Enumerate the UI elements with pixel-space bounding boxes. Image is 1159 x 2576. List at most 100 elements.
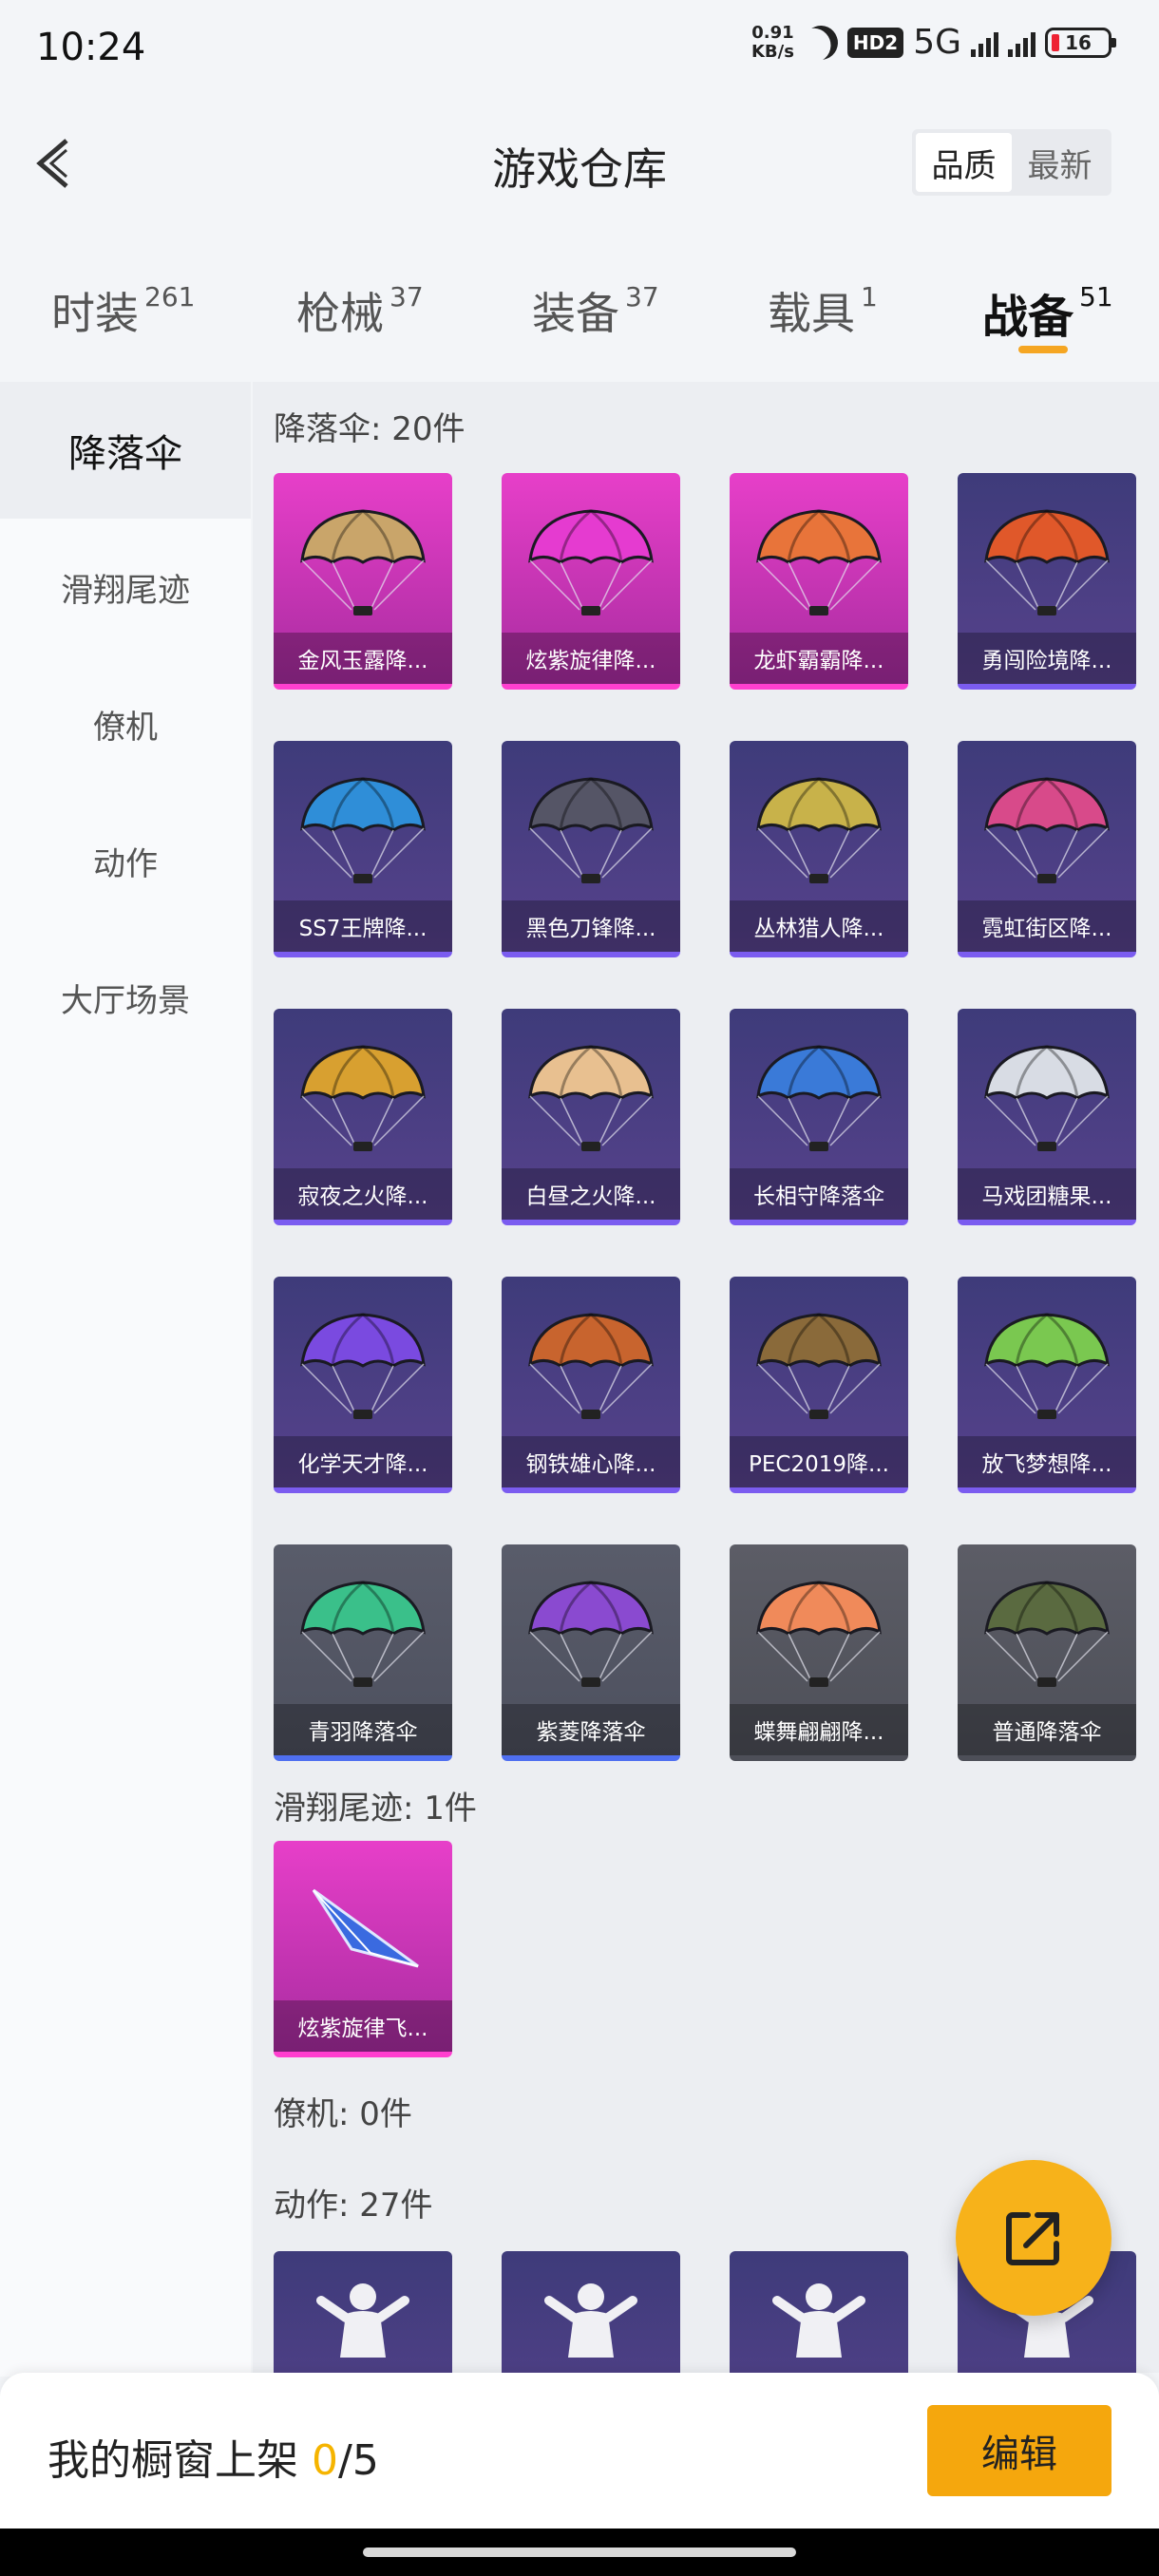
tab-label: 枪械 — [296, 288, 384, 339]
header: 游戏仓库 品质 最新 — [0, 114, 1159, 218]
item-card[interactable]: 炫紫旋律飞... — [274, 1841, 452, 2057]
active-tab-indicator — [1018, 346, 1068, 353]
item-card[interactable]: 化学天才降... — [274, 1277, 452, 1493]
parachute-icon — [528, 1581, 654, 1687]
item-card[interactable] — [274, 2251, 452, 2373]
item-card[interactable]: 放飞梦想降... — [958, 1277, 1136, 1493]
item-name: 勇闯险境降... — [958, 633, 1136, 684]
tab-count: 37 — [390, 281, 424, 313]
item-card[interactable]: PEC2019降... — [730, 1277, 908, 1493]
tab-count: 1 — [861, 281, 878, 313]
sort-quality-button[interactable]: 品质 — [916, 133, 1012, 192]
showcase-bar: 我的橱窗上架 0/5 编辑 — [0, 2373, 1159, 2529]
item-card[interactable]: 紫菱降落伞 — [502, 1544, 680, 1761]
tab-battle-gear[interactable]: 战备 51 — [982, 279, 1113, 346]
item-name: 紫菱降落伞 — [502, 1704, 680, 1755]
item-art — [750, 1297, 887, 1434]
item-card[interactable]: 龙虾霸霸降... — [730, 473, 908, 690]
item-art — [978, 1565, 1115, 1702]
tab-count: 51 — [1079, 281, 1113, 313]
item-card[interactable]: 普通降落伞 — [958, 1544, 1136, 1761]
tab-label: 战备 — [982, 291, 1074, 344]
item-card[interactable]: 马戏团糖果... — [958, 1009, 1136, 1225]
parachute-icon — [528, 1313, 654, 1419]
sidebar-item-wingman[interactable]: 僚机 — [0, 655, 251, 792]
navigation-bar — [0, 2529, 1159, 2576]
item-name: 炫紫旋律降... — [502, 633, 680, 684]
emote-figure-icon — [772, 2283, 865, 2358]
item-card[interactable] — [502, 2251, 680, 2373]
item-card[interactable] — [730, 2251, 908, 2373]
item-card[interactable]: 钢铁雄心降... — [502, 1277, 680, 1493]
sidebar: 降落伞 滑翔尾迹 僚机 动作 大厅场景 — [0, 382, 251, 2377]
tab-label: 装备 — [532, 288, 619, 339]
item-card[interactable]: 寂夜之火降... — [274, 1009, 452, 1225]
parachute-icon — [300, 1313, 426, 1419]
section-title-parachute: 降落伞: 20件 — [274, 410, 466, 448]
share-button[interactable] — [956, 2160, 1112, 2316]
item-card[interactable]: 金风玉露降... — [274, 473, 452, 690]
share-export-icon — [1006, 2212, 1059, 2265]
parachute-icon — [300, 1045, 426, 1151]
item-art — [978, 1297, 1115, 1434]
item-art — [978, 762, 1115, 899]
item-art — [750, 1565, 887, 1702]
item-name: 丛林猎人降... — [730, 900, 908, 952]
item-content: 降落伞: 20件 金风玉露降... 炫紫旋律降... 龙虾霸霸降... 勇闯险境降..… — [253, 382, 1159, 2373]
emote-figure-icon — [316, 2283, 409, 2358]
item-name: 白昼之火降... — [502, 1168, 680, 1220]
item-art — [750, 2272, 887, 2373]
tab-vehicles[interactable]: 载具 1 — [768, 279, 878, 342]
tab-fashion[interactable]: 时装 261 — [51, 279, 195, 342]
sort-latest-button[interactable]: 最新 — [1012, 133, 1108, 192]
item-card[interactable]: 蝶舞翩翩降... — [730, 1544, 908, 1761]
parachute-icon — [300, 1581, 426, 1687]
parachute-icon — [756, 509, 882, 616]
showcase-total: /5 — [338, 2436, 379, 2485]
sidebar-item-lobby-scene[interactable]: 大厅场景 — [0, 929, 251, 1066]
parachute-icon — [984, 509, 1110, 616]
item-art — [522, 1565, 659, 1702]
item-name: 龙虾霸霸降... — [730, 633, 908, 684]
item-card[interactable]: 长相守降落伞 — [730, 1009, 908, 1225]
item-name: 金风玉露降... — [274, 633, 452, 684]
sidebar-item-emote[interactable]: 动作 — [0, 792, 251, 929]
tab-count: 261 — [144, 281, 196, 313]
parachute-icon — [984, 1045, 1110, 1151]
item-card[interactable]: 青羽降落伞 — [274, 1544, 452, 1761]
item-card[interactable]: 霓虹街区降... — [958, 741, 1136, 957]
item-card[interactable]: 黑色刀锋降... — [502, 741, 680, 957]
battery-icon: 16 — [1045, 27, 1116, 58]
section-title-trail: 滑翔尾迹: 1件 — [274, 1790, 477, 1828]
parachute-icon — [984, 1313, 1110, 1419]
item-art — [522, 1297, 659, 1434]
item-card[interactable]: 勇闯险境降... — [958, 473, 1136, 690]
item-name: 青羽降落伞 — [274, 1704, 452, 1755]
tab-guns[interactable]: 枪械 37 — [296, 279, 424, 342]
home-indicator[interactable] — [363, 2548, 796, 2557]
item-art — [294, 1565, 431, 1702]
sidebar-item-trail[interactable]: 滑翔尾迹 — [0, 519, 251, 655]
item-art — [978, 1030, 1115, 1166]
network-speed-unit: KB/s — [750, 41, 794, 62]
sidebar-item-parachute[interactable]: 降落伞 — [0, 382, 251, 519]
item-card[interactable]: 白昼之火降... — [502, 1009, 680, 1225]
item-art — [750, 762, 887, 899]
edit-button[interactable]: 编辑 — [927, 2405, 1112, 2496]
item-card[interactable]: 炫紫旋律降... — [502, 473, 680, 690]
item-art — [294, 494, 431, 631]
item-name: 马戏团糖果... — [958, 1168, 1136, 1220]
tab-label: 时装 — [51, 288, 139, 339]
status-icons: 0.91 KB/s HD2 5G 16 — [750, 23, 1116, 62]
item-name: 寂夜之火降... — [274, 1168, 452, 1220]
item-card[interactable]: 丛林猎人降... — [730, 741, 908, 957]
battery-level: 16 — [1065, 30, 1092, 54]
item-card[interactable]: SS7王牌降... — [274, 741, 452, 957]
item-art — [294, 1862, 431, 1998]
item-name: 炫紫旋律飞... — [274, 2000, 452, 2052]
item-art — [522, 2272, 659, 2373]
item-name: 普通降落伞 — [958, 1704, 1136, 1755]
showcase-count: 0 — [312, 2436, 338, 2485]
tab-equipment[interactable]: 装备 37 — [532, 279, 659, 342]
glider-trail-icon — [312, 1888, 419, 1968]
